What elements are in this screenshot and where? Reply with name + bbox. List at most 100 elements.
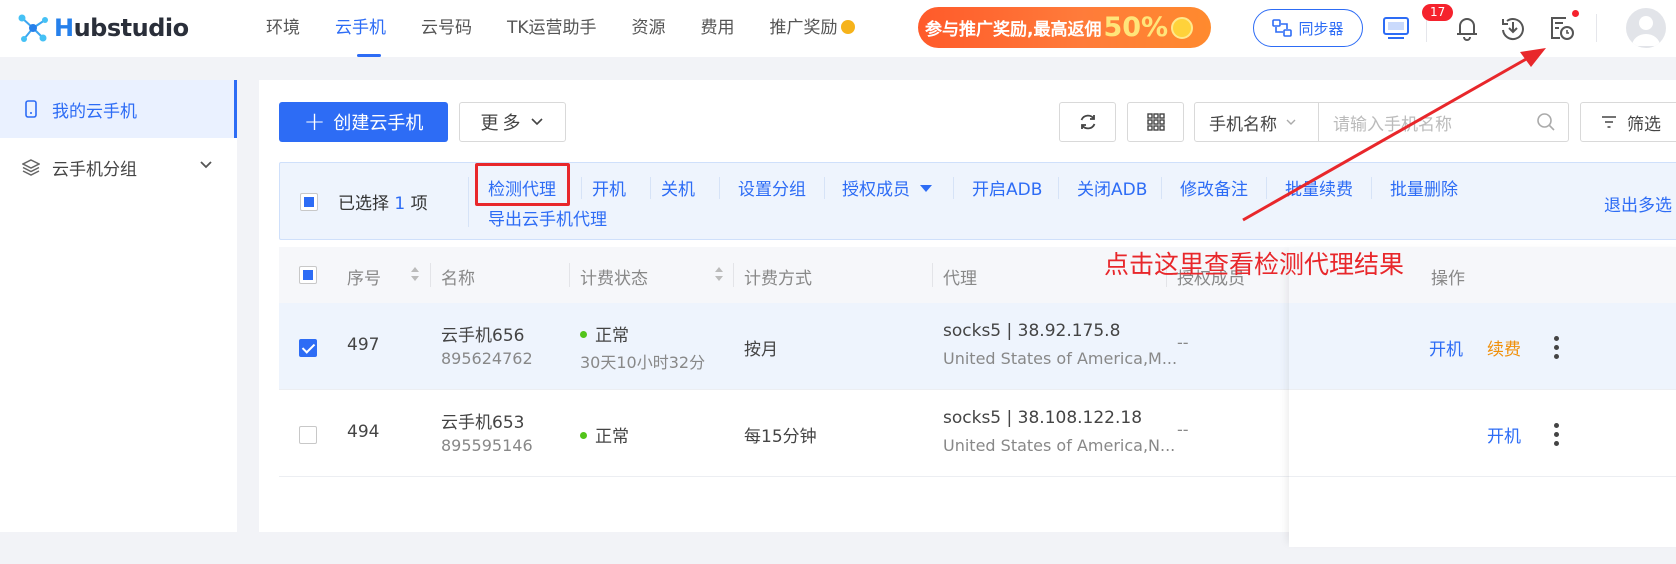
- column-header-proxy: 代理: [943, 269, 977, 289]
- refresh-button[interactable]: [1059, 102, 1116, 142]
- avatar[interactable]: [1626, 8, 1666, 48]
- phone-icon: [25, 100, 37, 118]
- action-batch-delete[interactable]: 批量删除: [1390, 175, 1458, 200]
- divider: [581, 177, 582, 199]
- grid-view-button[interactable]: [1127, 102, 1184, 142]
- bell-icon[interactable]: [1452, 13, 1482, 43]
- promo-banner[interactable]: 参与推广奖励,最高返佣 50%: [918, 7, 1211, 48]
- nav-item-rewards[interactable]: 推广奖励: [770, 0, 855, 57]
- search-field-select[interactable]: 手机名称: [1195, 103, 1319, 141]
- chevron-down-icon: [530, 118, 543, 126]
- power-on-link[interactable]: 开机: [1487, 422, 1521, 447]
- selected-count-text: 已选择 1 项: [338, 194, 428, 214]
- action-set-group[interactable]: 设置分组: [738, 175, 806, 200]
- nav-item-costs[interactable]: 费用: [701, 0, 735, 57]
- row-checkbox[interactable]: [299, 426, 317, 444]
- notification-badge: 17: [1422, 4, 1454, 21]
- chevron-down-icon: [200, 161, 212, 169]
- row-status-detail: 30天10小时32分: [580, 353, 706, 372]
- action-disable-adb[interactable]: 关闭ADB: [1077, 175, 1147, 200]
- nav-item-rewards-label: 推广奖励: [769, 18, 838, 38]
- column-divider: [932, 263, 933, 287]
- select-all-checkbox[interactable]: [300, 193, 318, 211]
- promo-percent: 50%: [1103, 12, 1169, 43]
- action-enable-adb[interactable]: 开启ADB: [972, 175, 1042, 200]
- sidebar-item-phone-groups[interactable]: 云手机分组: [0, 138, 237, 196]
- column-divider: [430, 263, 431, 287]
- task-history-icon[interactable]: [1546, 13, 1576, 43]
- column-header-billing-method: 计费方式: [744, 269, 812, 289]
- divider: [1058, 177, 1059, 199]
- more-dropdown[interactable]: 更多: [459, 102, 566, 142]
- action-batch-renew[interactable]: 批量续费: [1285, 175, 1353, 200]
- search-field-label: 手机名称: [1209, 114, 1277, 135]
- column-header-operations: 操作: [1431, 269, 1465, 289]
- sidebar-item-my-phones[interactable]: 我的云手机: [0, 80, 237, 138]
- row-index: 494: [347, 422, 380, 442]
- divider: [468, 177, 469, 227]
- row-billing: 每15分钟: [744, 427, 817, 447]
- row-status: 正常: [580, 422, 629, 447]
- row-status-label: 正常: [595, 427, 629, 447]
- operations-row-bg: [1289, 303, 1676, 390]
- screen-icon[interactable]: [1381, 13, 1411, 43]
- sync-label: 同步器: [1298, 19, 1344, 38]
- exit-multiselect-link[interactable]: 退出多选: [1604, 191, 1672, 216]
- user-icon: [1632, 16, 1660, 46]
- filter-button[interactable]: 筛选: [1580, 102, 1676, 142]
- grid-icon: [1146, 113, 1165, 131]
- download-icon[interactable]: [1498, 13, 1528, 43]
- main-nav: 环境 云手机 云号码 TK运营助手 资源 费用 推广奖励: [266, 0, 890, 57]
- nav-item-resources[interactable]: 资源: [632, 0, 666, 57]
- renew-link[interactable]: 续费: [1487, 335, 1521, 360]
- caret-down-icon: [920, 184, 932, 192]
- filter-icon: [1602, 116, 1616, 128]
- sort-icon[interactable]: [411, 267, 419, 283]
- action-power-on[interactable]: 开机: [592, 175, 626, 200]
- sidebar-item-label: 我的云手机: [52, 101, 137, 122]
- nav-item-cloud-number[interactable]: 云号码: [421, 0, 472, 57]
- operations-column: 操作 开机 续费 开机: [1289, 247, 1676, 547]
- nav-item-cloud-phone[interactable]: 云手机: [335, 0, 386, 57]
- action-export-proxy[interactable]: 导出云手机代理: [488, 205, 607, 230]
- create-phone-button[interactable]: + 创建云手机: [279, 102, 448, 142]
- column-divider: [733, 263, 734, 287]
- sync-button[interactable]: 同步器: [1253, 9, 1363, 47]
- selection-bar: 已选择 1 项 检测代理 开机 关机 设置分组 授权成员 开启ADB 关闭ADB…: [279, 162, 1676, 240]
- row-status: 正常: [580, 321, 629, 346]
- more-label: 更多: [480, 113, 525, 134]
- divider: [1266, 177, 1267, 199]
- plus-icon: +: [303, 107, 326, 137]
- filter-label: 筛选: [1627, 114, 1661, 135]
- row-status-label: 正常: [595, 326, 629, 346]
- power-on-link[interactable]: 开机: [1429, 335, 1463, 360]
- action-authorize-members[interactable]: 授权成员: [842, 175, 932, 200]
- action-edit-remark[interactable]: 修改备注: [1180, 175, 1248, 200]
- more-actions-icon[interactable]: [1554, 423, 1560, 447]
- divider: [719, 177, 720, 199]
- row-name: 云手机656: [441, 326, 525, 346]
- sort-icon[interactable]: [715, 267, 723, 283]
- row-name: 云手机653: [441, 413, 525, 433]
- column-header-index: 序号: [347, 269, 381, 289]
- action-authorize-members-label: 授权成员: [842, 180, 910, 200]
- header-select-all-checkbox[interactable]: [299, 266, 317, 284]
- nav-item-environment[interactable]: 环境: [266, 0, 300, 57]
- column-divider: [569, 263, 570, 287]
- sync-icon: [1272, 19, 1293, 37]
- alert-dot: [1572, 10, 1579, 17]
- chevron-down-icon: [1286, 119, 1296, 125]
- row-id: 895624762: [441, 349, 533, 368]
- row-checkbox[interactable]: [299, 339, 317, 357]
- logo[interactable]: Hubstudio: [16, 10, 189, 46]
- row-proxy-location: United States of America,N...: [943, 436, 1176, 455]
- row-id: 895595146: [441, 436, 533, 455]
- action-power-off[interactable]: 关机: [661, 175, 695, 200]
- promo-text: 参与推广奖励,最高返佣: [925, 20, 1102, 40]
- divider: [650, 177, 651, 199]
- search-icon[interactable]: [1536, 112, 1556, 132]
- more-actions-icon[interactable]: [1554, 336, 1560, 360]
- search-input[interactable]: 请输入手机名称: [1319, 110, 1536, 135]
- nav-item-tk-assistant[interactable]: TK运营助手: [507, 0, 597, 57]
- coin-icon: [840, 20, 855, 34]
